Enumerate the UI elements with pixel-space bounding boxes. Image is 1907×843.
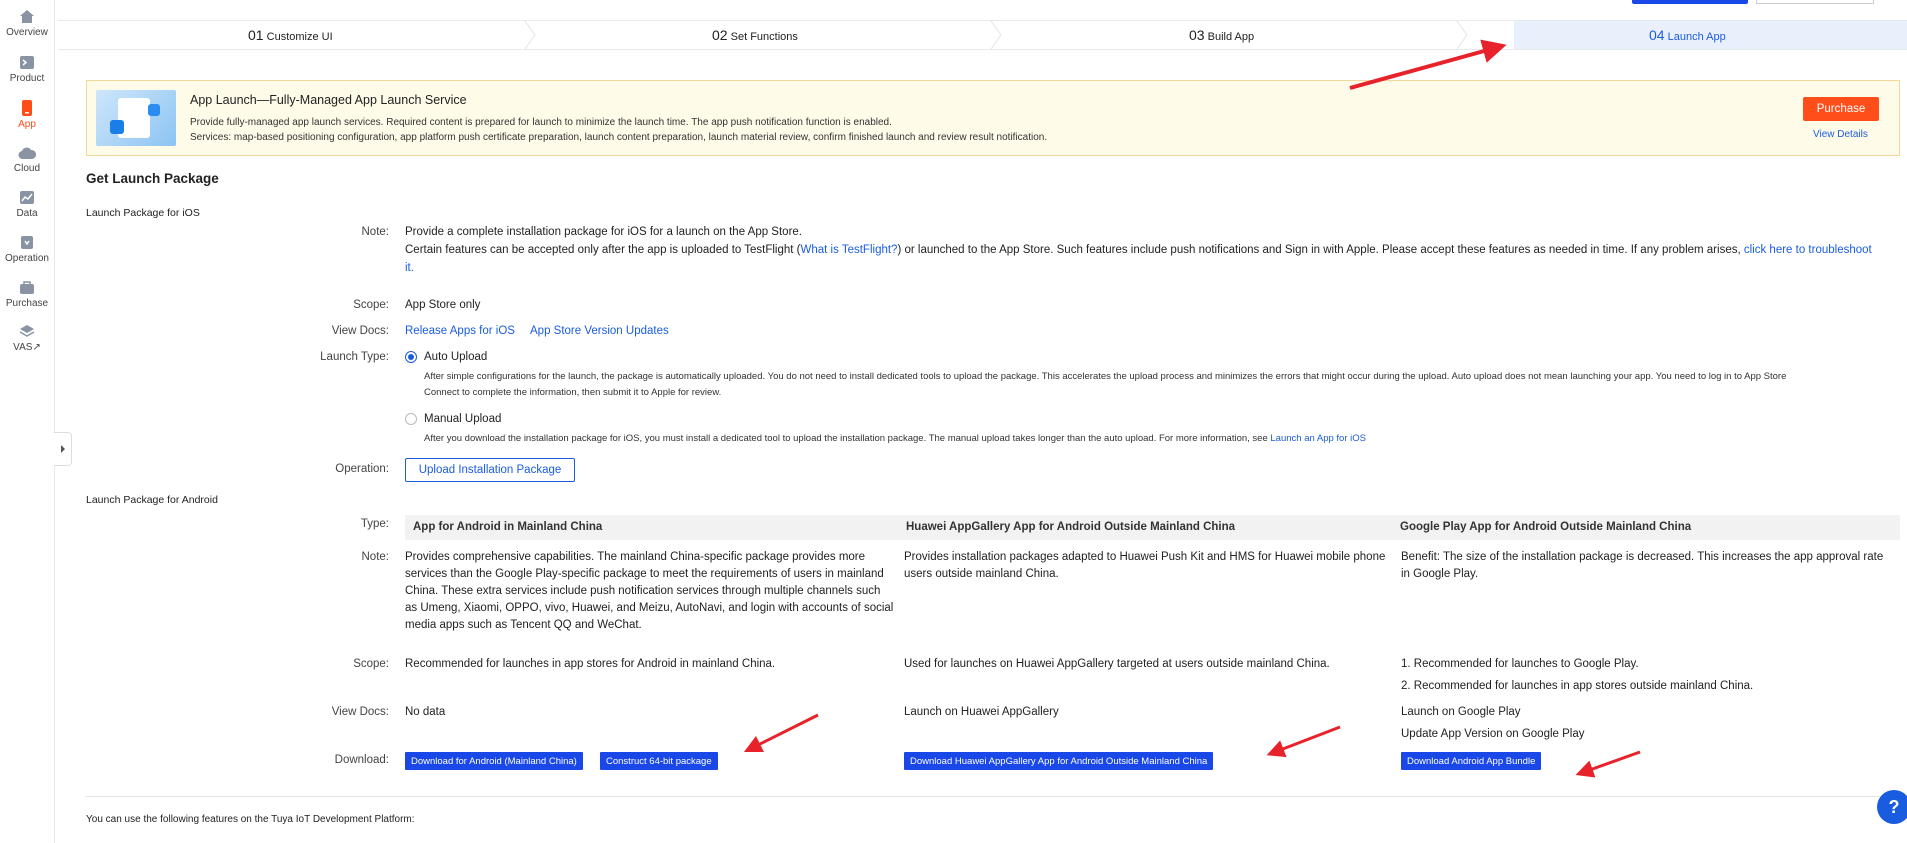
question-icon: ? (1888, 797, 1900, 817)
help-button[interactable]: ? (1877, 790, 1907, 824)
annotation-arrows (743, 39, 1641, 778)
